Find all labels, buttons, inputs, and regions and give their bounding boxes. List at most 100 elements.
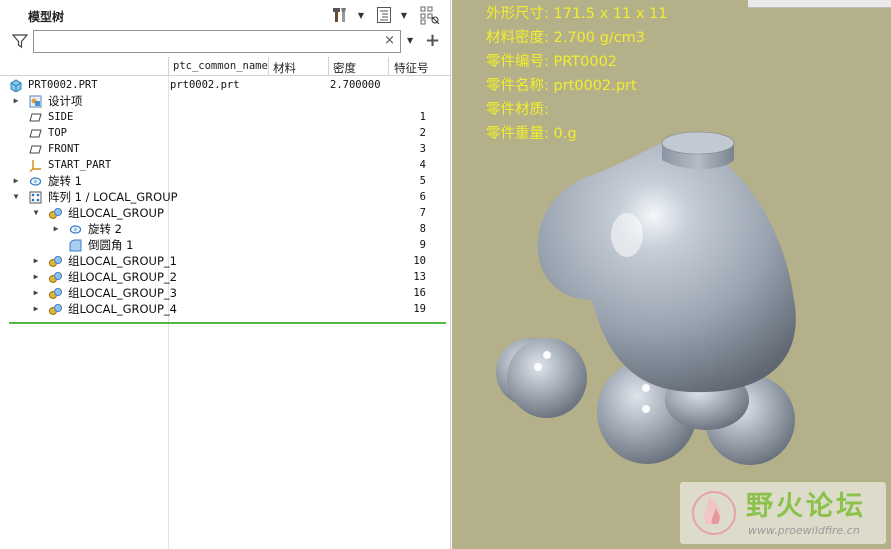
cell-feature-id: 16	[413, 287, 426, 299]
column-header-density[interactable]: 密度	[333, 60, 356, 76]
datum-plane-icon	[29, 143, 42, 156]
tree-item-label: TOP	[48, 127, 67, 139]
cell-feature-id: 6	[419, 191, 426, 203]
tree-row[interactable]: ▶ 组LOCAL_GROUP_3 16	[0, 285, 450, 301]
insert-here-indicator[interactable]	[9, 322, 446, 324]
collapse-icon[interactable]: ▼	[31, 205, 41, 221]
tree-row[interactable]: ▶ 组LOCAL_GROUP_4 19	[0, 301, 450, 317]
round-icon	[69, 239, 82, 252]
info-part-name: 零件名称: prt0002.prt	[486, 78, 637, 94]
tree-row[interactable]: 倒圆角 1 9	[0, 237, 450, 253]
column-divider[interactable]	[328, 57, 329, 76]
tree-item-label: 旋转 2	[88, 222, 122, 236]
column-header-common-name[interactable]: ptc_common_name	[173, 60, 268, 72]
revolve-icon	[29, 175, 42, 188]
cell-feature-id: 1	[419, 111, 426, 123]
info-weight: 零件重量: 0.g	[486, 126, 577, 142]
search-input[interactable]	[36, 32, 376, 51]
tree-row[interactable]: ▼ 组LOCAL_GROUP 7	[0, 205, 450, 221]
expand-icon[interactable]: ▶	[11, 173, 21, 189]
revolve-icon	[69, 223, 82, 236]
model-tree-panel: 模型树 ▼ ▼ × ▼ + ptc_common_name 材料 密度 特征号 …	[0, 0, 451, 549]
search-dropdown-icon[interactable]: ▼	[407, 36, 413, 45]
group-icon	[49, 207, 62, 220]
column-divider[interactable]	[388, 57, 389, 76]
part-icon	[9, 79, 22, 93]
tree-item-label: START_PART	[48, 159, 112, 171]
show-button[interactable]	[373, 4, 395, 26]
expand-icon[interactable]: ▶	[31, 285, 41, 301]
group-icon	[49, 303, 62, 316]
cell-feature-id: 19	[413, 303, 426, 315]
datum-plane-icon	[29, 127, 42, 140]
cell-feature-id: 4	[419, 159, 426, 171]
cell-feature-id: 13	[413, 271, 426, 283]
tree-item-label: 组LOCAL_GROUP_4	[68, 302, 177, 316]
cell-feature-id: 7	[419, 207, 426, 219]
expand-icon[interactable]: ▶	[31, 253, 41, 269]
clear-icon[interactable]: ×	[384, 33, 395, 48]
tree-row[interactable]: TOP 2	[0, 125, 450, 141]
info-density: 材料密度: 2.700 g/cm3	[486, 30, 646, 46]
tree-row[interactable]: SIDE 1	[0, 109, 450, 125]
watermark-brand: 野火论坛	[746, 491, 866, 522]
tree-row[interactable]: PRT0002.PRT prt0002.prt 2.700000	[0, 77, 450, 93]
tree-item-label: 组LOCAL_GROUP	[68, 206, 164, 220]
expand-icon[interactable]: ▶	[51, 221, 61, 237]
cell-feature-id: 5	[419, 175, 426, 187]
group-icon	[49, 255, 62, 268]
tree-item-label: 旋转 1	[48, 174, 82, 188]
expand-icon[interactable]: ▶	[31, 269, 41, 285]
cell-feature-id: 9	[419, 239, 426, 251]
tree-item-label: 设计项	[48, 94, 83, 108]
info-material: 零件材质:	[486, 102, 549, 118]
settings-dropdown[interactable]: ▼	[356, 4, 366, 26]
model-info-overlay: 外形尺寸: 171.5 x 11 x 11 材料密度: 2.700 g/cm3 …	[486, 2, 668, 146]
model-tree-header: 模型树 ▼ ▼	[0, 0, 450, 28]
column-header-feature-id[interactable]: 特征号	[394, 60, 429, 76]
cell-feature-id: 3	[419, 143, 426, 155]
cell-feature-id: 8	[419, 223, 426, 235]
expand-icon[interactable]: ▶	[31, 301, 41, 317]
design-items-icon	[29, 95, 42, 108]
tree-item-label: 组LOCAL_GROUP_1	[68, 254, 177, 268]
tree-row[interactable]: ▶ 组LOCAL_GROUP_1 10	[0, 253, 450, 269]
column-header-material[interactable]: 材料	[273, 60, 296, 76]
grid-view-icon	[420, 6, 440, 25]
tree-filter-button[interactable]	[418, 4, 442, 26]
watermark: 野火论坛 www.proewildfire.cn	[680, 482, 886, 544]
tree-item-label: PRT0002.PRT	[28, 79, 98, 91]
tree-row[interactable]: ▶ 组LOCAL_GROUP_2 13	[0, 269, 450, 285]
tools-icon	[333, 8, 346, 22]
tree-item-label: 阵列 1 / LOCAL_GROUP	[48, 190, 178, 204]
tree-row[interactable]: ▶ 旋转 2 8	[0, 221, 450, 237]
graphics-viewport[interactable]: 外形尺寸: 171.5 x 11 x 11 材料密度: 2.700 g/cm3 …	[452, 0, 891, 549]
show-dropdown[interactable]: ▼	[399, 4, 409, 26]
collapse-icon[interactable]: ▼	[11, 189, 21, 205]
view-toolbar[interactable]	[748, 0, 891, 8]
tree-row[interactable]: START_PART 4	[0, 157, 450, 173]
column-divider[interactable]	[268, 57, 269, 76]
expand-icon[interactable]: ▶	[11, 93, 21, 109]
tree-row[interactable]: ▶ 设计项	[0, 93, 450, 109]
coordinate-system-icon	[29, 159, 42, 173]
cell-feature-id: 2	[419, 127, 426, 139]
column-divider[interactable]	[168, 57, 169, 76]
chevron-down-icon: ▼	[357, 10, 365, 20]
tree-item-label: 组LOCAL_GROUP_3	[68, 286, 177, 300]
tree-row[interactable]: ▶ 旋转 1 5	[0, 173, 450, 189]
add-column-icon[interactable]: +	[425, 29, 440, 53]
flame-logo-icon	[692, 491, 736, 535]
cell-feature-id: 10	[413, 255, 426, 267]
tree-row[interactable]: ▼ 阵列 1 / LOCAL_GROUP 6	[0, 189, 450, 205]
tree-item-label: 倒圆角 1	[88, 238, 134, 252]
tree-row[interactable]: FRONT 3	[0, 141, 450, 157]
watermark-url: www.proewildfire.cn	[748, 524, 860, 537]
filter-icon[interactable]	[12, 33, 28, 49]
datum-plane-icon	[29, 111, 42, 124]
search-box[interactable]: ×	[33, 30, 401, 53]
cell-density: 2.700000	[330, 79, 381, 91]
settings-button[interactable]	[331, 4, 351, 26]
tree-item-label: 组LOCAL_GROUP_2	[68, 270, 177, 284]
info-part-number: 零件编号: PRT0002	[486, 54, 618, 70]
